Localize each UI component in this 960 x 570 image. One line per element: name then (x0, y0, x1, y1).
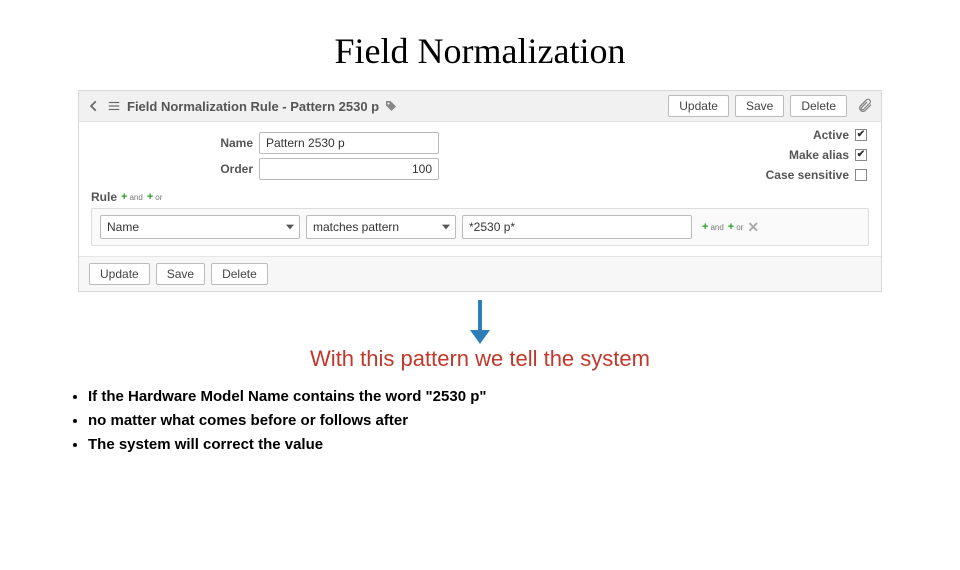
menu-icon[interactable] (107, 99, 121, 113)
order-input[interactable] (259, 158, 439, 180)
tag-icon[interactable] (385, 100, 397, 112)
name-row: Name (91, 132, 869, 154)
case-checkbox[interactable] (855, 169, 867, 181)
panel-header: Field Normalization Rule - Pattern 2530 … (79, 91, 881, 122)
rule-header: Rule +and +or (91, 190, 869, 204)
delete-button-top[interactable]: Delete (790, 95, 847, 117)
case-row: Case sensitive (766, 168, 867, 182)
row-add-and-icon[interactable]: +and (702, 221, 724, 233)
slide-title: Field Normalization (0, 30, 960, 72)
active-label: Active (813, 128, 849, 142)
active-row: Active ✔ (813, 128, 867, 142)
list-item: If the Hardware Model Name contains the … (88, 386, 960, 408)
active-checkbox[interactable]: ✔ (855, 129, 867, 141)
field-select[interactable]: Name (100, 215, 300, 239)
row-add-or-icon[interactable]: +or (728, 221, 744, 233)
caption-text: With this pattern we tell the system (0, 346, 960, 372)
form-area: Name Order Active ✔ Make alias ✔ Case se… (79, 122, 881, 188)
arrow-down-icon (466, 298, 494, 344)
rule-section: Rule +and +or Name matches pattern (79, 188, 881, 256)
case-label: Case sensitive (766, 168, 849, 182)
alias-row: Make alias ✔ (789, 148, 867, 162)
save-button-top[interactable]: Save (735, 95, 784, 117)
order-row: Order (91, 158, 869, 180)
operator-select[interactable]: matches pattern (306, 215, 456, 239)
list-item: no matter what comes before or follows a… (88, 410, 960, 432)
add-or-icon[interactable]: +or (147, 191, 163, 203)
list-item: The system will correct the value (88, 434, 960, 456)
row-action-icons: +and +or ✕ (702, 219, 759, 236)
attachment-icon[interactable] (857, 98, 873, 114)
panel-footer: Update Save Delete (79, 256, 881, 291)
alias-checkbox[interactable]: ✔ (855, 149, 867, 161)
back-icon[interactable] (87, 99, 101, 113)
bullet-list: If the Hardware Model Name contains the … (88, 386, 960, 455)
check-icon: ✔ (857, 130, 865, 140)
pattern-value-input[interactable] (462, 215, 692, 239)
save-button-bottom[interactable]: Save (156, 263, 205, 285)
alias-label: Make alias (789, 148, 849, 162)
order-label: Order (91, 162, 259, 176)
checkbox-column: Active ✔ Make alias ✔ Case sensitive (766, 128, 867, 182)
update-button-bottom[interactable]: Update (89, 263, 150, 285)
remove-row-icon[interactable]: ✕ (747, 219, 759, 236)
rule-panel: Field Normalization Rule - Pattern 2530 … (78, 90, 882, 292)
name-input[interactable] (259, 132, 439, 154)
update-button-top[interactable]: Update (668, 95, 729, 117)
check-icon: ✔ (857, 150, 865, 160)
rule-title: Rule (91, 190, 117, 204)
name-label: Name (91, 136, 259, 150)
delete-button-bottom[interactable]: Delete (211, 263, 268, 285)
panel-title: Field Normalization Rule - Pattern 2530 … (127, 99, 379, 114)
rule-row: Name matches pattern +and +or ✕ (91, 208, 869, 246)
add-and-icon[interactable]: +and (121, 191, 143, 203)
